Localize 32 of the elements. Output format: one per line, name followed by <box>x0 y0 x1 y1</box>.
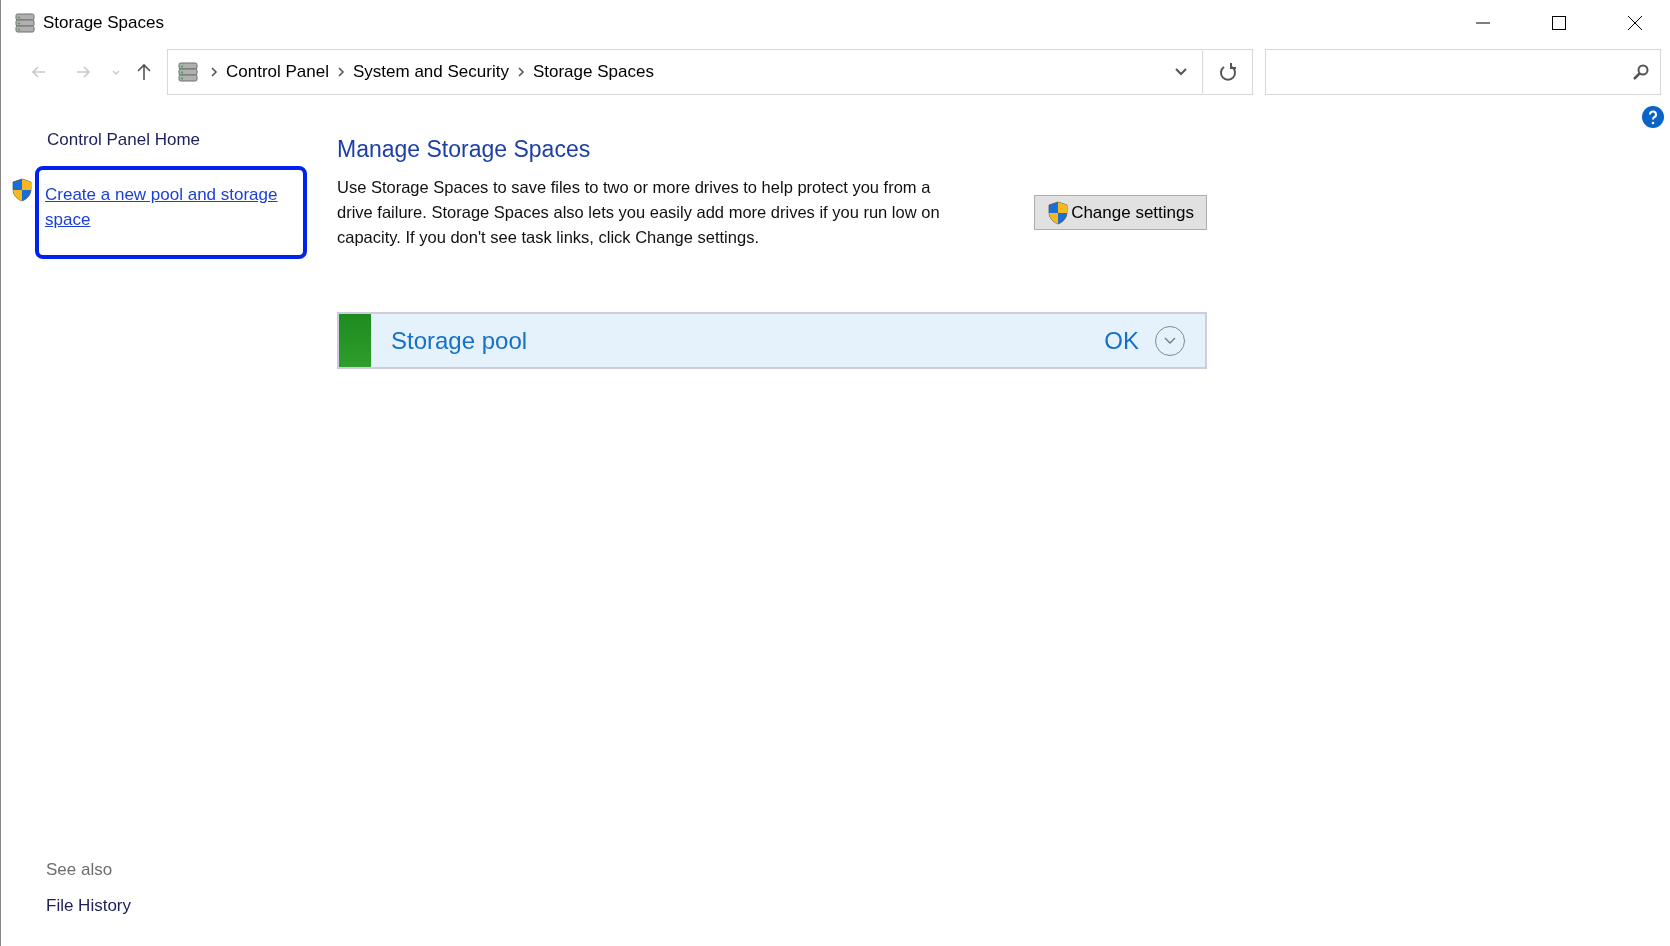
help-icon[interactable] <box>1642 106 1664 128</box>
shield-icon <box>1047 200 1070 225</box>
see-also-title: See also <box>46 860 114 880</box>
window-title: Storage Spaces <box>43 13 165 33</box>
search-icon <box>1632 63 1650 81</box>
chevron-icon <box>337 67 345 77</box>
breadcrumb[interactable]: System and Security <box>353 62 509 82</box>
change-settings-button[interactable]: Change settings <box>1034 195 1207 230</box>
close-icon <box>1627 15 1643 31</box>
chevron-icon <box>1163 335 1177 346</box>
description: Use Storage Spaces to save files to two or more drives to help protect you from a drive failure. Storage Spaces also lets you easily add more drives if you run low on capacity. If you don't see task links, click Change settings. <box>337 177 941 248</box>
caret-icon <box>112 69 120 75</box>
refresh-icon <box>1217 62 1238 82</box>
see-also-link[interactable]: File History <box>46 896 311 916</box>
drives-icon <box>176 60 200 84</box>
minimize-icon <box>1475 22 1491 24</box>
chevron-icon <box>516 67 525 77</box>
drives-icon <box>13 11 37 35</box>
sidebar-link[interactable]: Control Panel Home <box>47 130 311 150</box>
pool-name: Storage pool <box>391 326 529 355</box>
address-bar[interactable]: Control Panel System and Security Storage Spaces <box>167 49 1253 95</box>
page-heading: Manage Storage Spaces <box>337 136 592 163</box>
search-field[interactable] <box>1265 49 1661 95</box>
breadcrumb[interactable]: Control Panel <box>226 62 329 82</box>
breadcrumb[interactable]: Storage Spaces <box>532 62 654 82</box>
chevron-icon <box>210 67 218 77</box>
shield-icon <box>11 178 33 202</box>
storage-pool-bar[interactable]: Storage pool OK <box>337 312 1207 369</box>
task-link[interactable]: Create a new pool and storage space <box>45 182 297 232</box>
dropdown-icon[interactable] <box>1174 67 1188 77</box>
pool-status: OK <box>1104 326 1139 355</box>
maximize-icon <box>1551 15 1567 31</box>
